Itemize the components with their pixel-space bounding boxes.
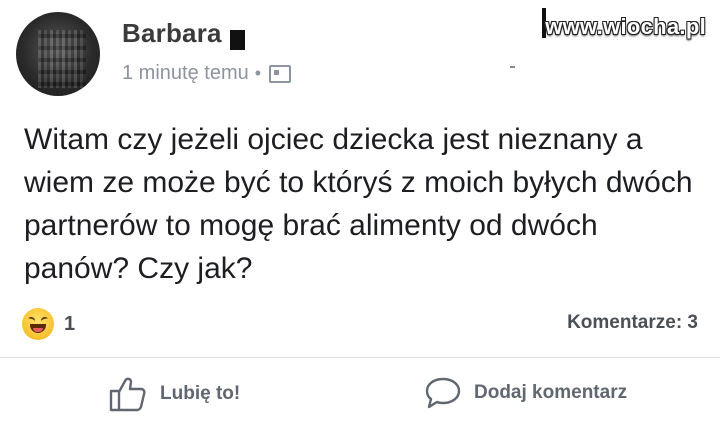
meta-separator: • [254, 63, 262, 83]
reaction-summary[interactable]: 1 [22, 308, 75, 340]
comment-label: Dodaj komentarz [474, 382, 628, 403]
dash-mark [510, 66, 515, 68]
thumbs-up-icon [108, 376, 148, 412]
reaction-count: 1 [64, 312, 76, 335]
comments-count[interactable]: Komentarze: 3 [567, 312, 698, 334]
like-button[interactable]: Lubię to! [108, 376, 240, 412]
divider [0, 357, 720, 358]
facebook-post: Barbara 1 minutę temu • www.wiocha.pl Wi… [0, 0, 720, 424]
avatar-pixelated-face [38, 30, 86, 88]
like-label: Lubię to! [160, 383, 241, 404]
speech-bubble-icon [424, 376, 462, 410]
post-body: Witam czy jeżeli ojciec dziecka jest nie… [24, 123, 693, 285]
author-name[interactable]: Barbara [122, 18, 222, 49]
post-meta: 1 minutę temu • [122, 62, 292, 85]
action-bar: Lubię to! Dodaj komentarz [0, 376, 720, 424]
post-timestamp[interactable]: 1 minutę temu [122, 62, 249, 85]
haha-emoji-icon [22, 308, 54, 340]
redaction-bar [230, 30, 245, 50]
avatar[interactable] [16, 12, 100, 96]
image-icon[interactable] [269, 64, 292, 83]
comment-button[interactable]: Dodaj komentarz [424, 376, 627, 410]
watermark: www.wiocha.pl [545, 14, 706, 39]
